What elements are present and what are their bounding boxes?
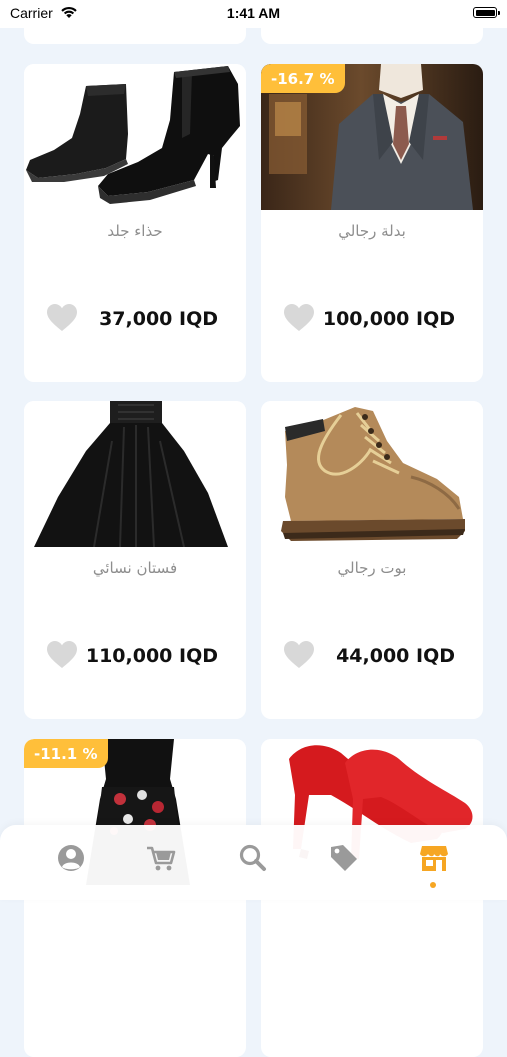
- product-price: 44,000 IQD: [336, 645, 455, 667]
- product-image-black-leather-boots: [24, 64, 246, 210]
- product-card[interactable]: -16.7 % بدلة رجالي 100,000 IQD: [261, 64, 483, 382]
- search-icon[interactable]: [236, 841, 270, 875]
- store-icon[interactable]: [417, 841, 451, 875]
- product-price: 37,000 IQD: [99, 308, 218, 330]
- product-card[interactable]: فستان نسائي 110,000 IQD: [24, 401, 246, 719]
- status-bar: Carrier 1:41 AM: [0, 0, 507, 28]
- product-image-brown-work-boots: [261, 401, 483, 547]
- offers-tag-icon[interactable]: [327, 841, 361, 875]
- bottom-nav: [0, 825, 507, 900]
- product-name: فستان نسائي: [92, 559, 178, 577]
- profile-icon[interactable]: [54, 841, 88, 875]
- active-indicator-dot: [430, 882, 436, 888]
- battery-icon: [473, 7, 500, 18]
- product-name: حذاء جلد: [107, 222, 163, 240]
- product-card[interactable]: بوت رجالي 44,000 IQD: [261, 401, 483, 719]
- product-image-black-dress: [24, 401, 246, 547]
- product-card[interactable]: حذاء جلد 37,000 IQD: [24, 64, 246, 382]
- favorite-heart-icon[interactable]: [283, 640, 315, 670]
- cart-icon[interactable]: [144, 841, 178, 875]
- product-name: بدلة رجالي: [338, 222, 406, 240]
- product-name: بوت رجالي: [337, 559, 407, 577]
- discount-badge: -11.1 %: [24, 739, 108, 768]
- favorite-heart-icon[interactable]: [46, 303, 78, 333]
- favorite-heart-icon[interactable]: [46, 640, 78, 670]
- favorite-heart-icon[interactable]: [283, 303, 315, 333]
- discount-badge: -16.7 %: [261, 64, 345, 93]
- product-price: 110,000 IQD: [85, 645, 218, 667]
- clock: 1:41 AM: [226, 5, 281, 21]
- product-price: 100,000 IQD: [322, 308, 455, 330]
